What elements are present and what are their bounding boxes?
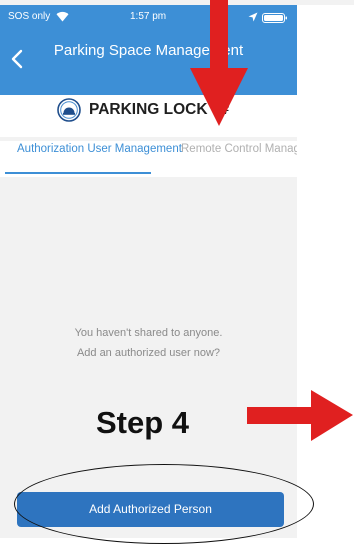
tab-remote-control-management[interactable]: Remote Control Management <box>150 141 297 177</box>
active-tab-indicator <box>5 172 151 174</box>
empty-state: You haven't shared to anyone. Add an aut… <box>0 323 297 363</box>
arrow-shape <box>247 390 353 441</box>
tab-label: Remote Control Management <box>181 143 297 155</box>
arrow-shape <box>190 0 248 126</box>
phone-screen: SOS only 1:57 pm Parking Space Managemen… <box>0 5 297 538</box>
status-carrier: SOS only <box>8 11 51 22</box>
chevron-left-icon <box>11 49 23 69</box>
wifi-icon <box>56 11 69 22</box>
parking-lock-icon <box>57 98 81 122</box>
back-button[interactable] <box>4 46 30 72</box>
device-info: PARKING LOCK 0# <box>0 95 297 137</box>
battery-icon <box>262 13 287 23</box>
empty-state-hint: Add an authorized user now? <box>76 347 221 359</box>
arrow-right-icon <box>247 390 353 441</box>
status-time: 1:57 pm <box>130 11 167 22</box>
add-authorized-person-button[interactable]: Add Authorized Person <box>17 492 284 527</box>
step-label: Step 4 <box>96 405 190 440</box>
tab-label: Authorization User Management <box>17 143 182 155</box>
app-header: SOS only 1:57 pm Parking Space Managemen… <box>0 5 297 95</box>
empty-state-message: You haven't shared to anyone. <box>74 327 223 339</box>
arrow-down-icon <box>190 0 248 126</box>
